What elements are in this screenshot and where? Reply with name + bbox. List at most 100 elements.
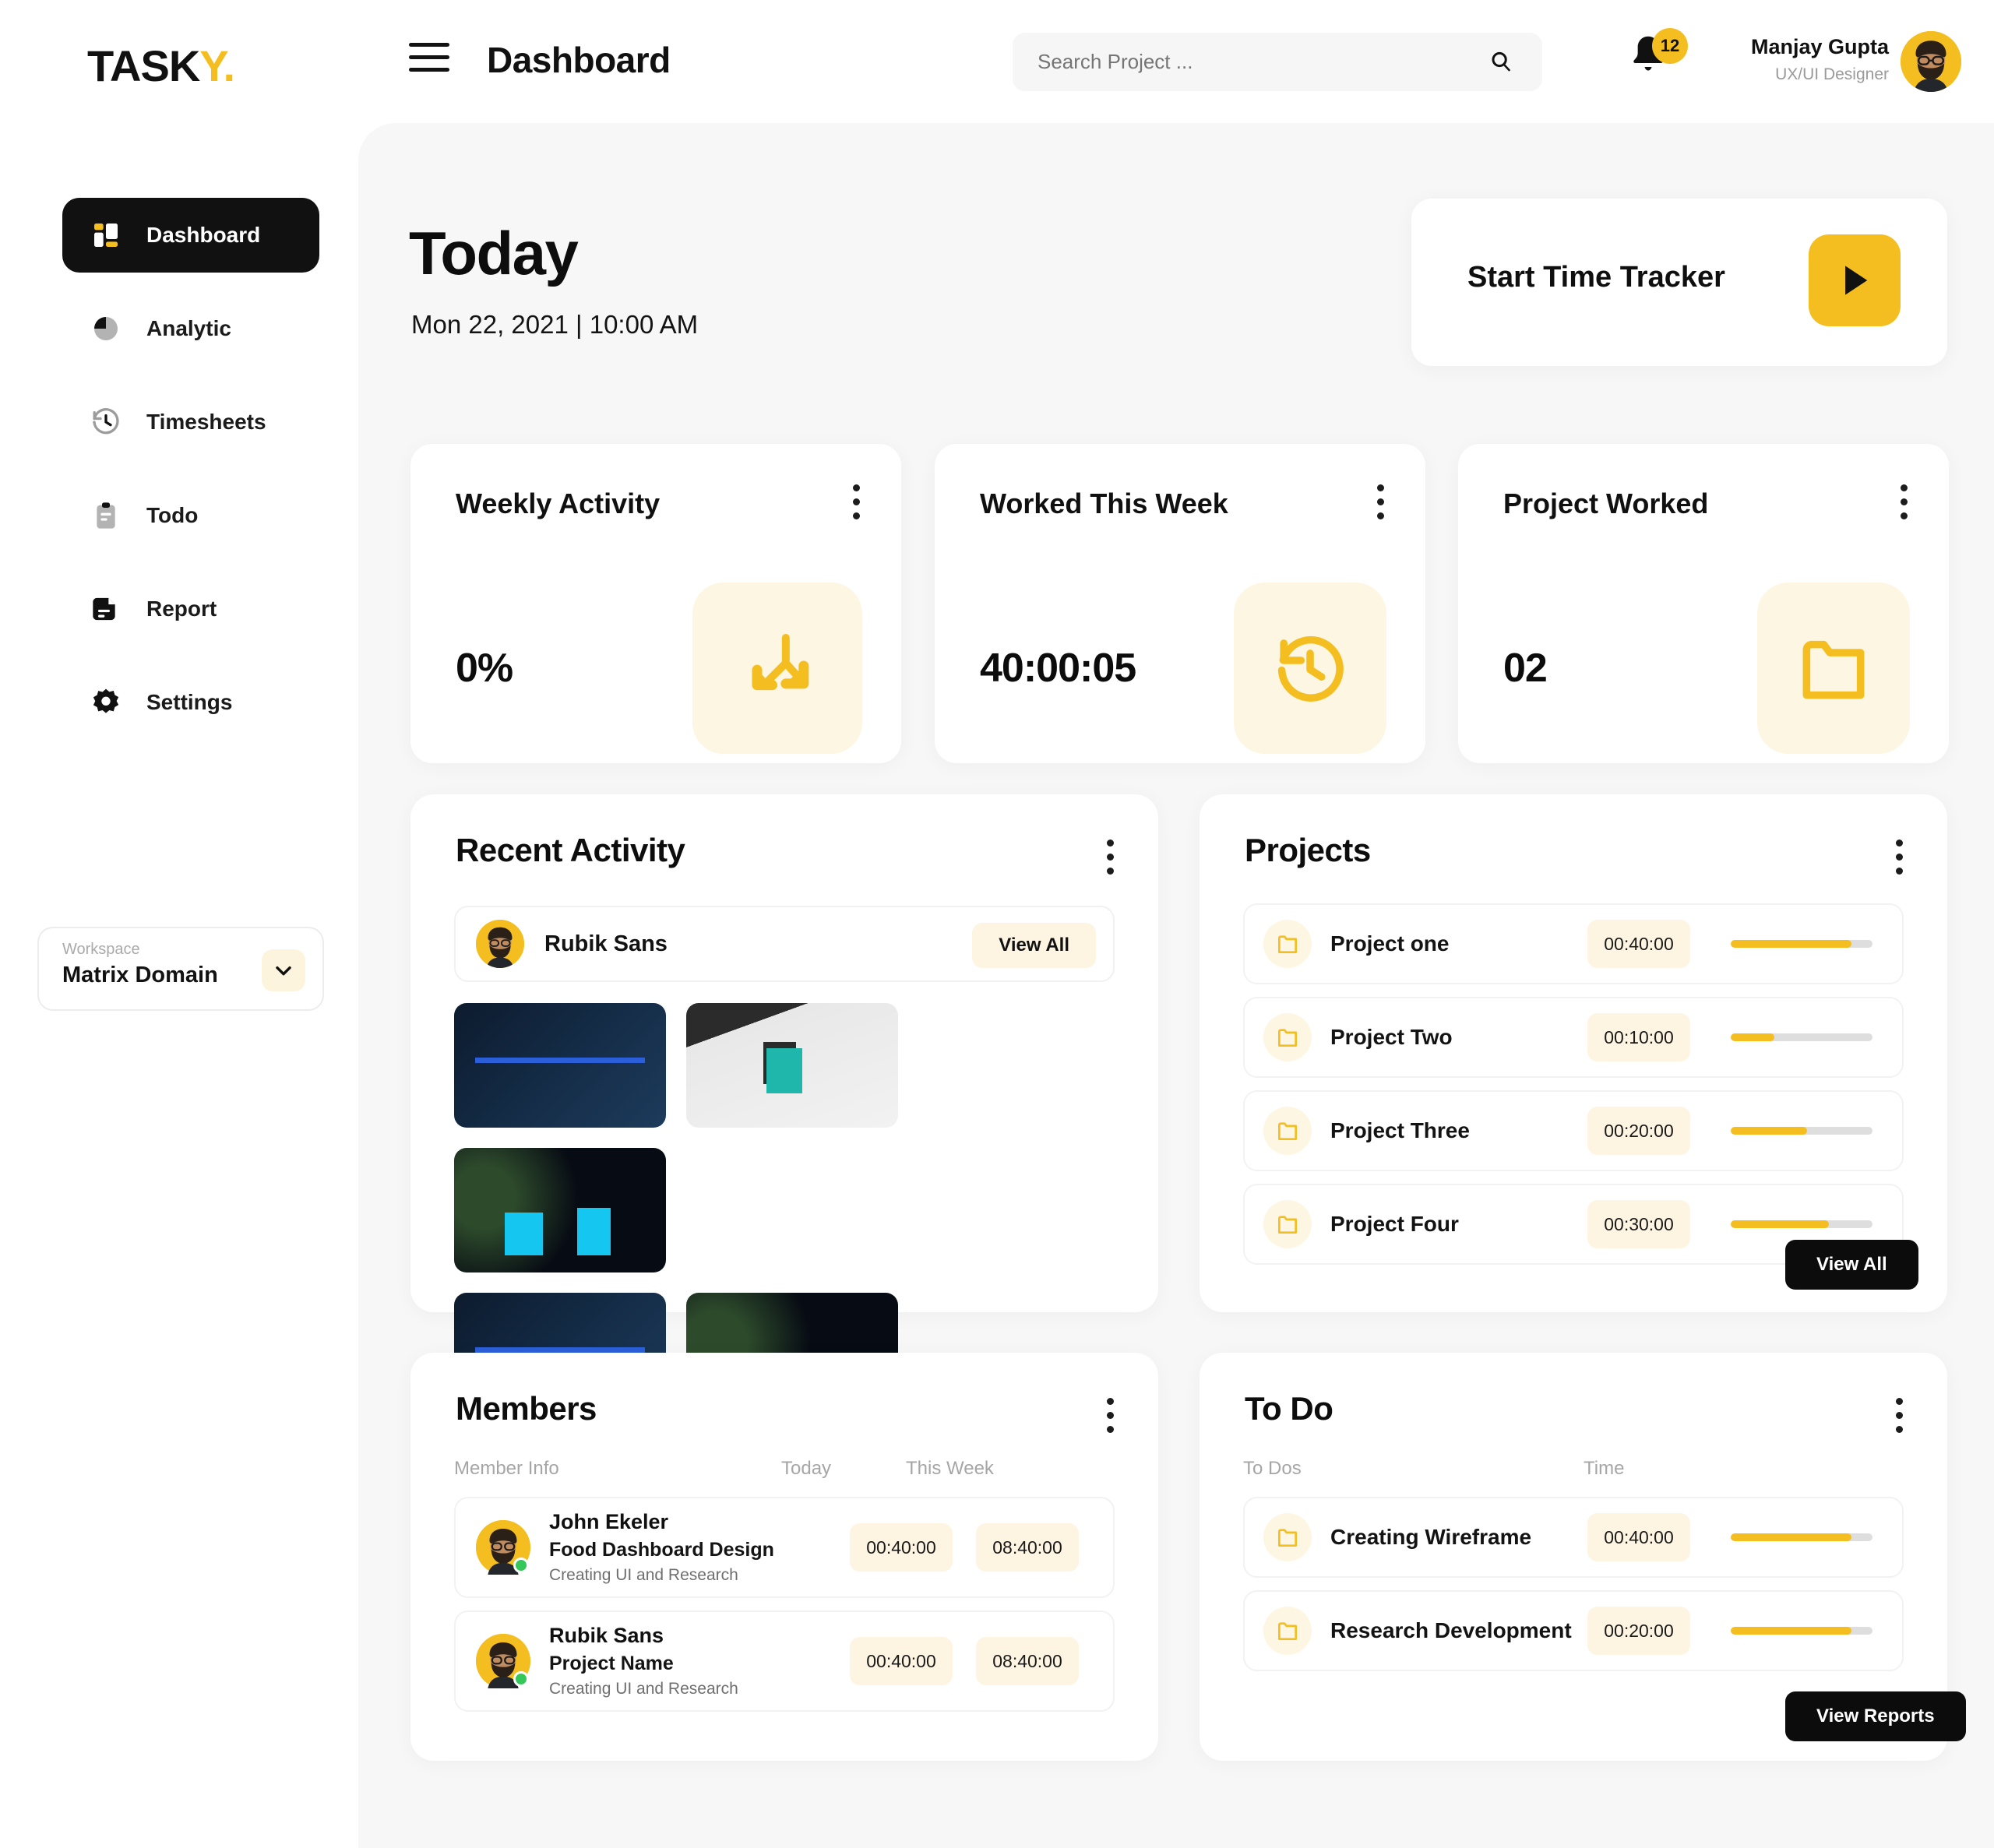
avatar[interactable] bbox=[476, 920, 524, 968]
stat-card-weekly-activity: Weekly Activity 0% bbox=[410, 444, 901, 763]
notifications-button[interactable]: 12 bbox=[1628, 28, 1688, 87]
activity-thumbnail[interactable] bbox=[686, 1003, 898, 1128]
member-project: Project Name bbox=[549, 1653, 674, 1674]
members-column-today: Today bbox=[781, 1458, 832, 1479]
card-menu-icon[interactable] bbox=[1107, 840, 1116, 875]
members-column-info: Member Info bbox=[454, 1458, 559, 1479]
pie-chart-icon bbox=[89, 312, 123, 346]
panel-title: Projects bbox=[1245, 832, 1371, 868]
avatar[interactable] bbox=[476, 1634, 530, 1688]
table-row[interactable]: Research Development 00:20:00 bbox=[1243, 1590, 1904, 1671]
folder-icon bbox=[1263, 1013, 1312, 1061]
member-project: Food Dashboard Design bbox=[549, 1539, 774, 1561]
search-input[interactable] bbox=[1038, 33, 1458, 91]
sidebar-item-label: Todo bbox=[146, 503, 199, 527]
member-week-time: 08:40:00 bbox=[976, 1637, 1079, 1685]
avatar-face-icon bbox=[1901, 31, 1961, 92]
member-week-time: 08:40:00 bbox=[976, 1523, 1079, 1572]
dashboard-page: TASKY. Dashboard 12 Manjay Gupta UX/UI D… bbox=[0, 0, 1994, 1848]
table-row[interactable]: John Ekeler Food Dashboard Design Creati… bbox=[454, 1497, 1115, 1598]
sidebar-item-dashboard[interactable]: Dashboard bbox=[62, 198, 319, 273]
online-status-dot bbox=[513, 1558, 529, 1573]
panel-title: Members bbox=[456, 1390, 597, 1427]
panel-title: Recent Activity bbox=[456, 832, 685, 868]
workspace-selector[interactable]: Workspace Matrix Domain bbox=[37, 927, 324, 1011]
card-menu-icon[interactable] bbox=[1896, 1398, 1905, 1433]
todo-time: 00:20:00 bbox=[1587, 1607, 1690, 1655]
project-name: Project Four bbox=[1330, 1212, 1459, 1236]
folder-icon bbox=[1263, 1607, 1312, 1655]
user-info[interactable]: Manjay Gupta UX/UI Designer bbox=[1702, 35, 1889, 84]
search-icon[interactable] bbox=[1489, 50, 1513, 73]
card-menu-icon[interactable] bbox=[1107, 1398, 1116, 1433]
workspace-label: Workspace bbox=[62, 941, 140, 958]
members-list: John Ekeler Food Dashboard Design Creati… bbox=[454, 1497, 1115, 1724]
stat-value: 40:00:05 bbox=[980, 646, 1136, 691]
table-row[interactable]: Project Three 00:20:00 bbox=[1243, 1090, 1904, 1171]
chevron-down-icon[interactable] bbox=[262, 949, 305, 991]
recent-activity-view-all-button[interactable]: View All bbox=[972, 923, 1096, 968]
avatar[interactable] bbox=[476, 1520, 530, 1575]
card-menu-icon[interactable] bbox=[1896, 840, 1905, 875]
table-row[interactable]: Creating Wireframe 00:40:00 bbox=[1243, 1497, 1904, 1578]
avatar[interactable] bbox=[1901, 31, 1961, 92]
project-time: 00:40:00 bbox=[1587, 920, 1690, 968]
play-icon[interactable] bbox=[1809, 234, 1901, 326]
todo-view-reports-button[interactable]: View Reports bbox=[1785, 1691, 1966, 1741]
sidebar-item-timesheets[interactable]: Timesheets bbox=[62, 385, 319, 459]
sidebar-item-label: Report bbox=[146, 597, 217, 621]
clock-history-icon bbox=[89, 405, 123, 439]
activity-thumbnail[interactable] bbox=[454, 1148, 666, 1272]
card-menu-icon[interactable] bbox=[1901, 484, 1910, 519]
progress-bar bbox=[1731, 1627, 1872, 1635]
sidebar-item-label: Timesheets bbox=[146, 410, 266, 434]
clock-history-icon bbox=[1234, 583, 1386, 754]
project-time: 00:20:00 bbox=[1587, 1107, 1690, 1155]
member-today-time: 00:40:00 bbox=[850, 1637, 953, 1685]
card-menu-icon[interactable] bbox=[1377, 484, 1386, 519]
member-description: Creating UI and Research bbox=[549, 1680, 738, 1698]
user-role: UX/UI Designer bbox=[1775, 65, 1889, 83]
sidebar-item-settings[interactable]: Settings bbox=[62, 665, 319, 740]
stat-value: 0% bbox=[456, 646, 513, 691]
page-title: Dashboard bbox=[487, 40, 671, 80]
app-logo[interactable]: TASKY. bbox=[87, 40, 235, 91]
sidebar-item-label: Settings bbox=[146, 690, 233, 714]
folder-icon bbox=[1757, 583, 1910, 754]
folder-icon bbox=[1263, 920, 1312, 968]
sidebar-item-report[interactable]: Report bbox=[62, 572, 319, 646]
online-status-dot bbox=[513, 1671, 529, 1687]
user-name: Manjay Gupta bbox=[1750, 35, 1889, 58]
stat-card-worked-this-week: Worked This Week 40:00:05 bbox=[935, 444, 1425, 763]
projects-view-all-button[interactable]: View All bbox=[1785, 1240, 1918, 1290]
logo-text-accent: Y. bbox=[199, 41, 235, 90]
card-menu-icon[interactable] bbox=[853, 484, 862, 519]
project-name: Project Three bbox=[1330, 1118, 1470, 1142]
activity-thumbnail[interactable] bbox=[454, 1003, 666, 1128]
recent-activity-user-name: Rubik Sans bbox=[544, 931, 668, 956]
progress-bar bbox=[1731, 1220, 1872, 1228]
stat-title: Project Worked bbox=[1503, 488, 1709, 519]
table-row[interactable]: Project one 00:40:00 bbox=[1243, 903, 1904, 984]
folder-icon bbox=[1263, 1107, 1312, 1155]
table-row[interactable]: Project Two 00:10:00 bbox=[1243, 997, 1904, 1078]
progress-bar bbox=[1731, 1033, 1872, 1041]
member-name: John Ekeler bbox=[549, 1510, 669, 1533]
folder-icon bbox=[1263, 1200, 1312, 1248]
project-name: Project Two bbox=[1330, 1025, 1453, 1049]
today-heading: Today bbox=[409, 219, 579, 287]
sidebar-item-todo[interactable]: Todo bbox=[62, 478, 319, 553]
members-column-week: This Week bbox=[906, 1458, 994, 1479]
workspace-value: Matrix Domain bbox=[62, 963, 218, 987]
start-time-tracker-card[interactable]: Start Time Tracker bbox=[1411, 199, 1947, 366]
sidebar-item-label: Dashboard bbox=[146, 223, 261, 247]
table-row[interactable]: Rubik Sans Project Name Creating UI and … bbox=[454, 1610, 1115, 1712]
stat-card-project-worked: Project Worked 02 bbox=[1458, 444, 1949, 763]
sidebar-item-analytic[interactable]: Analytic bbox=[62, 291, 319, 366]
tracker-label: Start Time Tracker bbox=[1467, 261, 1725, 294]
notification-badge: 12 bbox=[1652, 28, 1688, 64]
panel-title: To Do bbox=[1245, 1390, 1333, 1427]
search-bar[interactable] bbox=[1013, 33, 1542, 91]
menu-toggle-icon[interactable] bbox=[409, 43, 449, 74]
projects-list: Project one 00:40:00 Project Two 00:10:0… bbox=[1243, 903, 1904, 1277]
